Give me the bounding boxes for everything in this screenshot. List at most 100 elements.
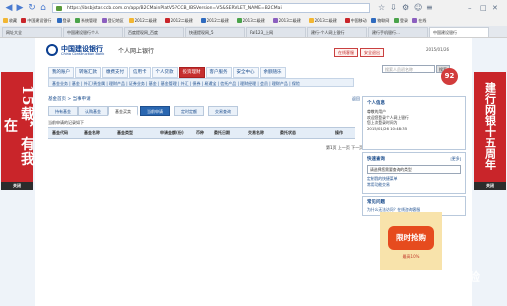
welcome-line: 2015/01/26 10:48:35	[367, 125, 408, 131]
breadcrumb: 基金首页 > 当事申请	[48, 97, 91, 102]
refresh-icon[interactable]: ↻	[27, 3, 37, 13]
quick-more-link[interactable]: [更多]	[450, 156, 461, 162]
nav-item[interactable]: 缴费支付	[102, 67, 128, 78]
right-ad-close-button[interactable]: 关闭	[474, 182, 506, 190]
quick-link[interactable]: 常用功能交易	[367, 182, 461, 188]
bookmark-item[interactable]: 登录	[394, 17, 410, 25]
current-date: 2015/01/26	[426, 47, 450, 52]
bookmark-icon	[128, 18, 134, 23]
browser-tab[interactable]: 中国建设银行个人	[63, 27, 123, 37]
bookmark-item[interactable]: 登记地区	[101, 17, 127, 25]
bookmark-icon	[236, 18, 242, 23]
bookmark-item[interactable]: 2013二级建	[236, 17, 271, 25]
minimize-icon[interactable]: –	[468, 3, 472, 13]
column-header: 委托状态	[280, 130, 296, 135]
nav-item[interactable]: 个人贷款	[151, 67, 178, 78]
sub-nav[interactable]: 基金业务 | 基金 | 外汇/贵金属 | 理财产品 | 证券业务 | 基金 | …	[48, 78, 354, 87]
bookmark-item[interactable]: 2012二级建	[128, 17, 163, 25]
bookmark-label: 中国移动	[350, 18, 367, 23]
product-tab[interactable]: 交易查询	[208, 106, 238, 116]
address-bar[interactable]: https://ibsbjstar.ccb.com.cn/app/B2CMain…	[52, 3, 370, 13]
promo-banner[interactable]: 限时抢购 最高10%	[380, 212, 442, 270]
nav-item[interactable]: 客户服务	[205, 67, 232, 78]
right-ad-banner[interactable]: 建行网银十五周年 关闭	[474, 72, 506, 190]
bookmark-item[interactable]: 物联网	[371, 17, 392, 25]
bookmark-label: 2013二级建	[242, 18, 265, 23]
download-icon[interactable]: ⇩	[390, 3, 397, 13]
bookmark-icon	[75, 18, 80, 23]
back-icon[interactable]: ◀	[4, 3, 14, 13]
star-icon[interactable]: ☆	[378, 3, 385, 13]
lock-icon	[56, 6, 62, 11]
left-ad-close-button[interactable]: 关闭	[1, 182, 33, 190]
bookmark-item[interactable]: 2012二级建	[164, 17, 199, 25]
nav-item[interactable]: 我的账户	[48, 67, 74, 78]
back-link[interactable]: 返回	[352, 96, 360, 102]
bookmark-icon	[394, 18, 399, 23]
welcome-panel: 个人信息 尊敬的用户 欢迎您登录个人网上银行 您上次登录时间为 2015/01/26 …	[362, 96, 466, 150]
site-name: 个人网上银行	[118, 48, 155, 55]
online-service-button[interactable]: 在线客服	[334, 48, 358, 57]
maximize-icon[interactable]: □	[480, 3, 487, 13]
ccb-logo-icon	[46, 44, 58, 56]
left-ad-banner[interactable]: 15载，有我在 关闭	[1, 72, 35, 190]
bookmark-icon	[164, 18, 170, 23]
column-header: 基金代码	[52, 130, 68, 135]
nav-item[interactable]: 转账汇款	[75, 67, 101, 78]
menu-icon[interactable]: ≡	[426, 3, 433, 13]
bookmark-item[interactable]: 2013二级建	[308, 17, 343, 25]
column-header: 操作	[335, 130, 343, 135]
bookmark-label: 2012二级建	[170, 18, 193, 23]
faq-title: 常见问题	[367, 200, 385, 205]
bookmark-item[interactable]: 登录	[56, 17, 73, 25]
nav-item[interactable]: 投资理财	[178, 67, 205, 78]
browser-tab[interactable]: 快速提现网_5	[185, 27, 245, 37]
product-tab[interactable]: 基金买卖	[108, 106, 138, 116]
bookmark-label: 2013二级建	[278, 18, 301, 23]
bookmark-icon	[272, 18, 278, 23]
home-icon[interactable]: ⌂	[38, 3, 48, 13]
bookmark-label: 在线	[418, 18, 427, 23]
bookmark-icon	[56, 18, 62, 23]
pagination[interactable]: 第1页 上一页 下一页	[326, 145, 363, 151]
bookmark-item[interactable]: 中国建设银行	[21, 17, 54, 25]
column-header: 委托日期	[214, 130, 230, 135]
gear-icon[interactable]: ⚙	[402, 3, 409, 13]
nav-item[interactable]: 安全中心	[232, 67, 259, 78]
bookmark-label: 2012二级建	[134, 18, 157, 23]
promo-sub: 最高10%	[402, 254, 420, 259]
browser-tab[interactable]: 建行手机银行…	[368, 27, 428, 37]
bank-name-en: China Construction Bank	[61, 52, 105, 56]
browser-tab[interactable]: 中国建设银行	[429, 27, 489, 37]
bookmark-item[interactable]: 在线	[412, 17, 428, 25]
search-input[interactable]: 搜索人员初名称	[382, 65, 435, 73]
close-window-icon[interactable]: ✕	[492, 3, 498, 13]
bookmark-item[interactable]: 系统管理	[75, 17, 100, 25]
left-ad-text: 15载，有我在	[2, 84, 35, 167]
bookmark-label: 收藏	[9, 18, 17, 23]
bookmark-item[interactable]: 2012二级建	[200, 17, 235, 25]
browser-tab[interactable]: 网址大全	[2, 27, 62, 37]
nav-item[interactable]: 余额随乐	[259, 67, 286, 78]
browser-tab[interactable]: 百度提现网_百度	[124, 27, 184, 37]
quick-query-select[interactable]: 请选择您需要查询的类型	[367, 165, 461, 174]
product-tab[interactable]: 当前申请	[140, 106, 170, 116]
nav-item[interactable]: 信用卡	[129, 67, 151, 78]
notification-badge[interactable]: 92	[441, 68, 458, 85]
bookmark-label: 登录	[400, 18, 408, 23]
bookmark-item[interactable]: 收藏	[3, 17, 19, 25]
forward-icon[interactable]: ▶	[15, 3, 25, 13]
bookmark-icon	[371, 18, 377, 23]
product-tab[interactable]: 定时定额	[174, 106, 204, 116]
product-tab[interactable]: 认购基金	[78, 106, 108, 116]
bookmark-item[interactable]: 2013二级建	[272, 17, 307, 25]
browser-tab[interactable]: 建行-个人网上银行	[307, 27, 367, 37]
bookmark-icon	[344, 18, 350, 23]
logout-button[interactable]: 安全退出	[360, 48, 384, 57]
bookmark-item[interactable]: 中国移动	[344, 17, 370, 25]
column-header: 基金类型	[117, 130, 133, 135]
product-tab[interactable]: 持有基金	[48, 106, 78, 116]
column-header: 币种	[196, 130, 204, 135]
user-icon[interactable]: ☺	[414, 3, 422, 13]
browser-tab[interactable]: Fal123_上网	[246, 27, 306, 37]
